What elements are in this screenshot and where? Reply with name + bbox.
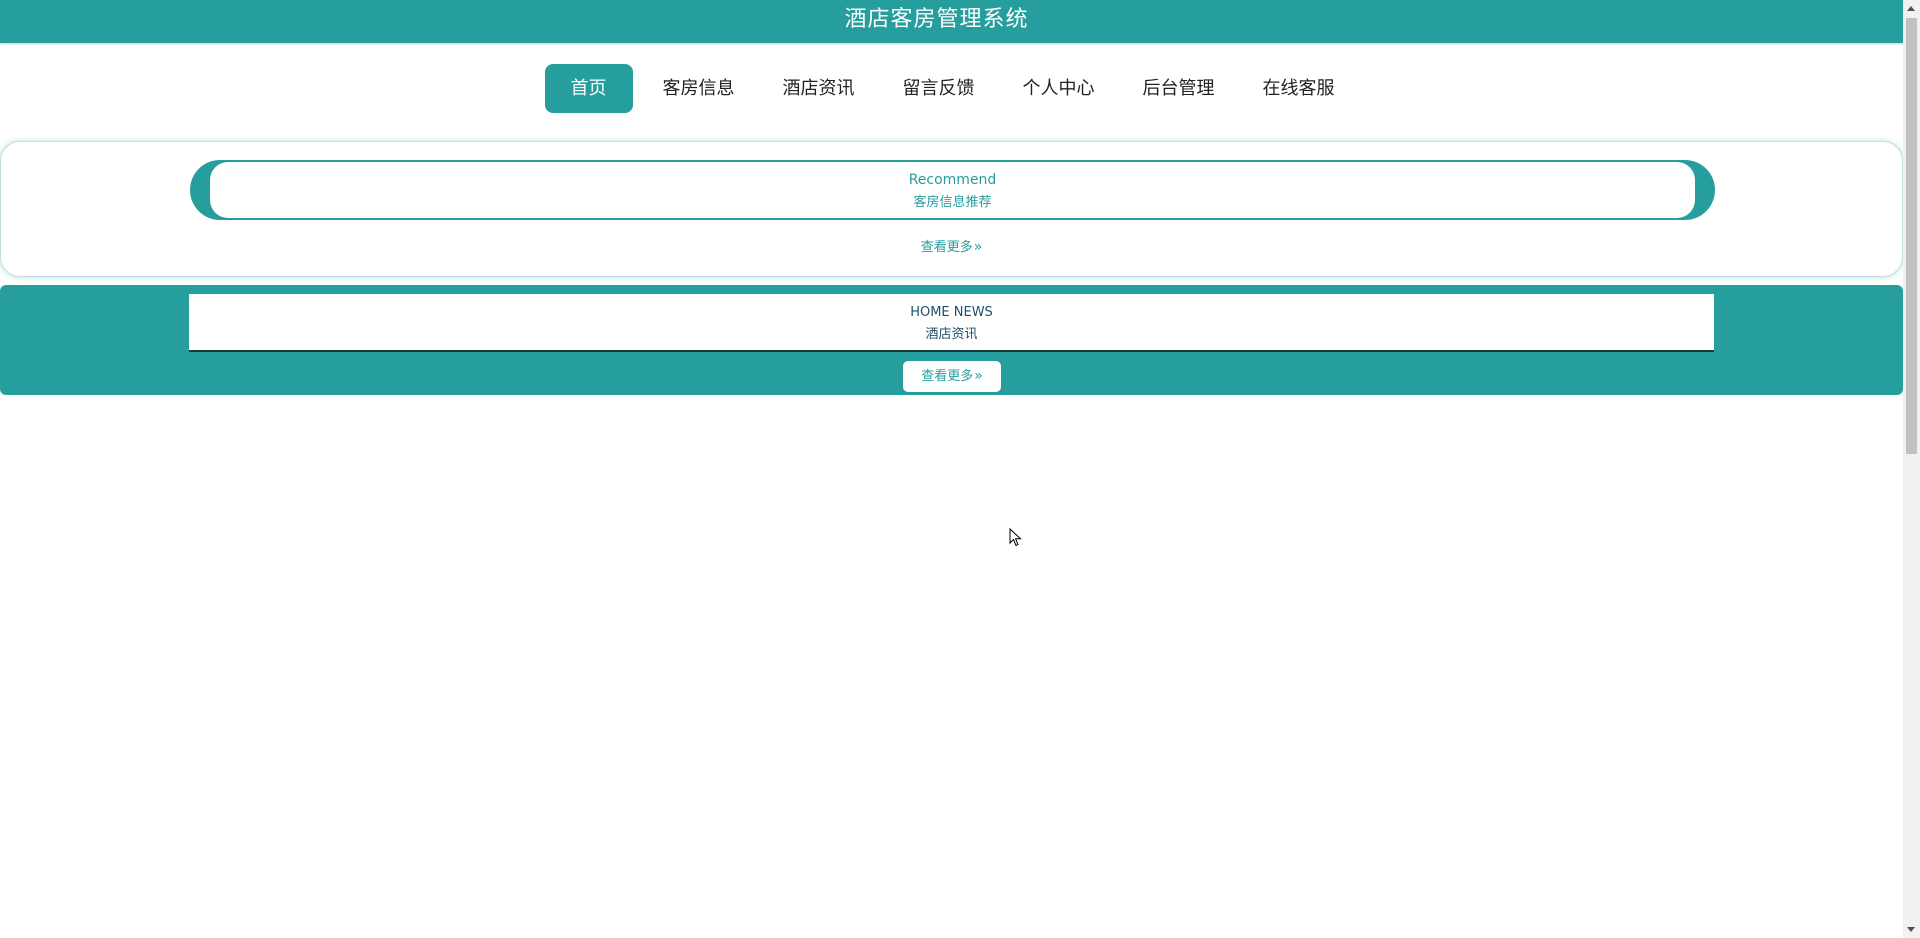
nav-item-admin[interactable]: 后台管理 <box>1119 64 1239 113</box>
scroll-thumb[interactable] <box>1906 18 1917 454</box>
nav-item-support[interactable]: 在线客服 <box>1239 64 1359 113</box>
recommend-title-box: Recommend 客房信息推荐 <box>210 162 1695 218</box>
news-more-button[interactable]: 查看更多» <box>903 361 1001 392</box>
recommend-section: Recommend 客房信息推荐 查看更多» <box>0 141 1903 277</box>
recommend-title-en: Recommend <box>908 172 997 188</box>
header-bar: 酒店客房管理系统 <box>0 0 1903 43</box>
scroll-down-icon[interactable] <box>1907 927 1915 932</box>
page: 酒店客房管理系统 首页 客房信息 酒店资讯 留言反馈 个人中心 后台管理 在线客… <box>0 0 1903 938</box>
news-more-label: 查看更多 <box>921 369 974 384</box>
main-nav: 首页 客房信息 酒店资讯 留言反馈 个人中心 后台管理 在线客服 <box>0 64 1903 113</box>
recommend-title-pill: Recommend 客房信息推荐 <box>190 160 1715 220</box>
app-title: 酒店客房管理系统 <box>844 7 1029 32</box>
recommend-more-link[interactable]: 查看更多» <box>1 236 1902 255</box>
mouse-cursor-icon <box>1009 528 1022 547</box>
nav-item-home[interactable]: 首页 <box>544 64 633 113</box>
scroll-up-icon[interactable] <box>1907 6 1915 11</box>
nav-item-feedback[interactable]: 留言反馈 <box>879 64 999 113</box>
double-chevron-right-icon: » <box>974 368 983 384</box>
nav-item-news[interactable]: 酒店资讯 <box>759 64 879 113</box>
nav-item-rooms[interactable]: 客房信息 <box>639 64 759 113</box>
news-section: HOME NEWS 酒店资讯 查看更多» <box>0 285 1903 395</box>
news-title-box: HOME NEWS 酒店资讯 <box>189 294 1714 352</box>
recommend-more-label: 查看更多 <box>920 240 973 255</box>
news-title-cn: 酒店资讯 <box>925 327 978 342</box>
double-chevron-right-icon: » <box>973 239 983 255</box>
nav-item-profile[interactable]: 个人中心 <box>999 64 1119 113</box>
news-title-en: HOME NEWS <box>910 305 993 320</box>
vertical-scrollbar[interactable] <box>1903 0 1920 938</box>
recommend-title-cn: 客房信息推荐 <box>913 195 992 210</box>
